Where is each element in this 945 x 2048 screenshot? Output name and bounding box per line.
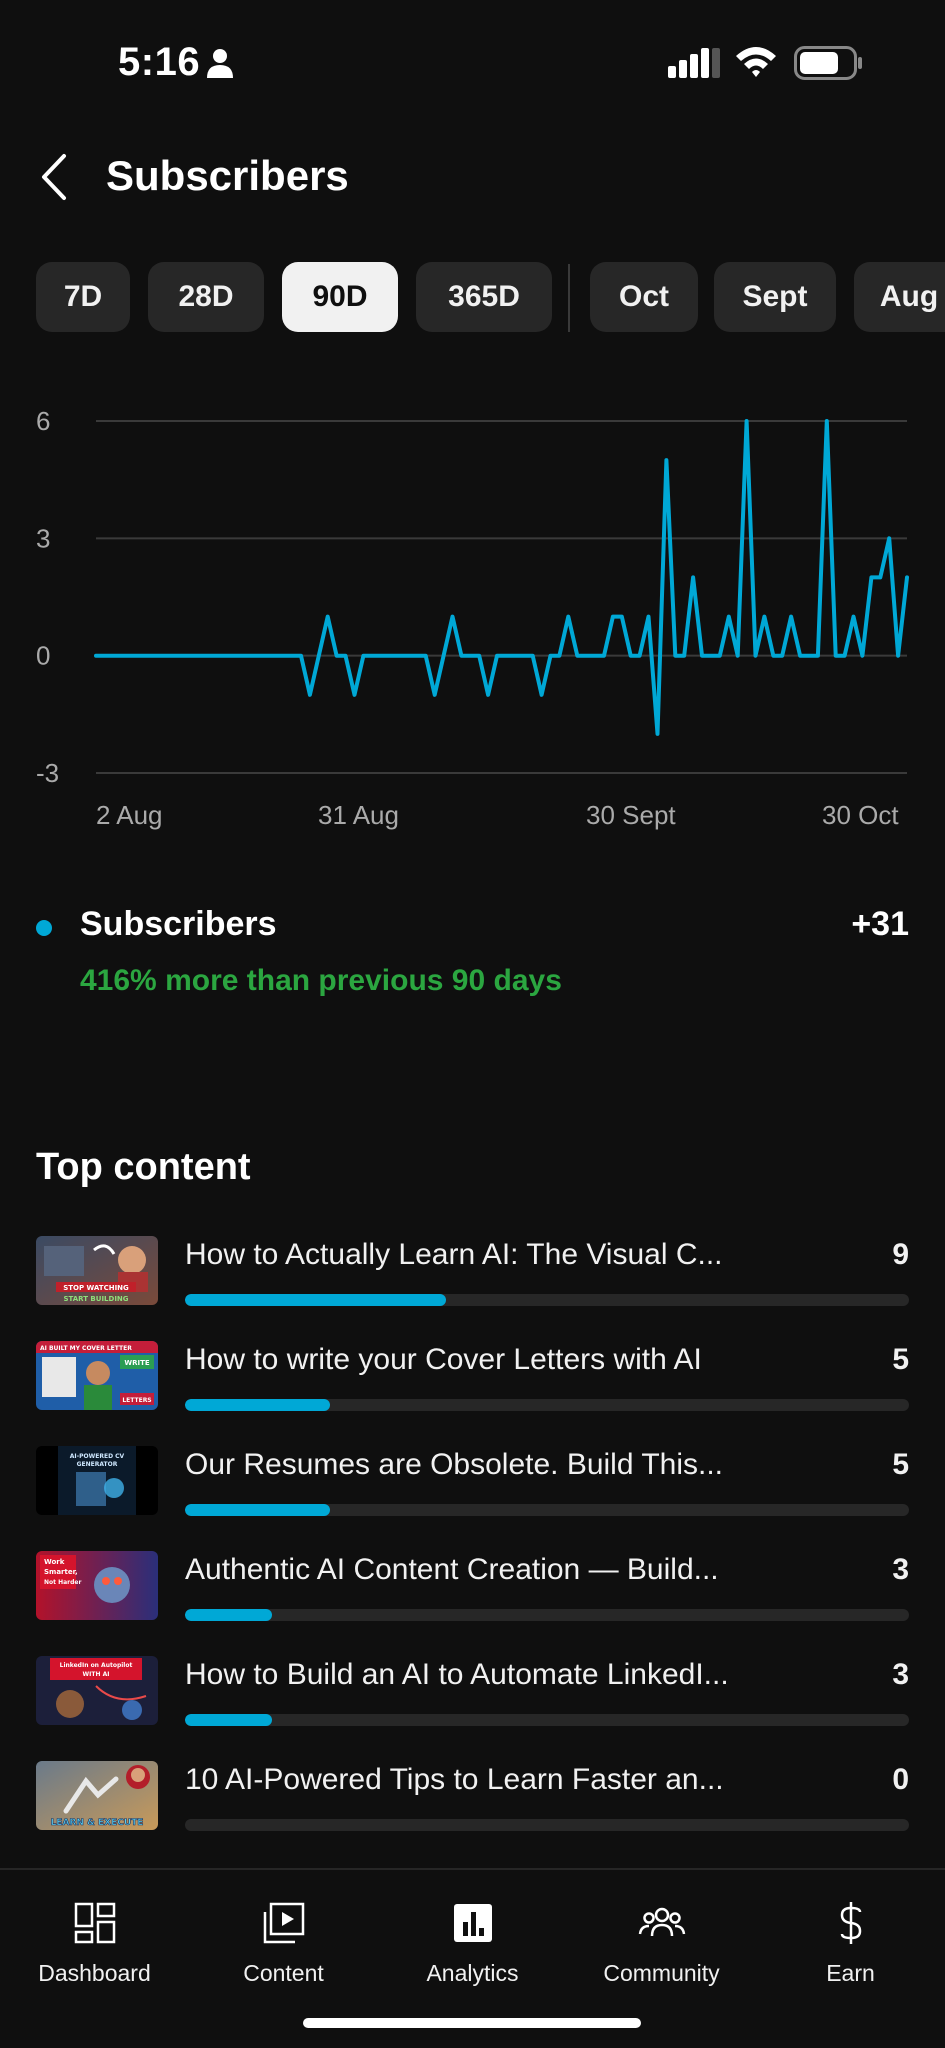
community-icon (638, 1907, 685, 1937)
chip-28d[interactable]: 28D (148, 262, 264, 332)
thumbnail-text: GENERATOR (77, 1461, 118, 1468)
nav-dashboard[interactable]: Dashboard (0, 1884, 189, 1994)
content-count: 3 (892, 1553, 909, 1586)
nav-label: Content (243, 1960, 324, 1986)
video-thumbnail: LEARN & EXECUTE (36, 1761, 158, 1830)
content-row[interactable]: Work Smarter, Not Harder Authentic AI Co… (0, 1545, 945, 1650)
summary-change: 416% more than previous 90 days (80, 964, 562, 997)
x-tick-label: 31 Aug (318, 800, 399, 830)
wifi-icon (736, 47, 776, 77)
nav-community[interactable]: Community (567, 1884, 756, 1994)
content-title: Our Resumes are Obsolete. Build This... (185, 1448, 724, 1481)
content-title: How to Actually Learn AI: The Visual C..… (185, 1238, 723, 1271)
analytics-icon (453, 1904, 492, 1942)
subscribers-chart: 6 3 0 -3 2 Aug 31 Aug 30 Sept 30 Oct (36, 406, 909, 830)
content-title: Authentic AI Content Creation — Build... (185, 1553, 719, 1586)
progress-track (185, 1609, 909, 1621)
video-thumbnail: Work Smarter, Not Harder (36, 1551, 158, 1620)
chip-oct[interactable]: Oct (590, 262, 698, 332)
nav-analytics[interactable]: Analytics (378, 1884, 567, 1994)
battery-icon (794, 46, 862, 80)
progress-track (185, 1504, 909, 1516)
content-count: 5 (892, 1448, 909, 1481)
subscribers-series-line (94, 419, 909, 736)
legend-dot (36, 920, 52, 936)
content-row[interactable]: LinkedIn on Autopilot WITH AI How to Bui… (0, 1650, 945, 1755)
chip-7d[interactable]: 7D (36, 262, 130, 332)
content-count: 9 (892, 1238, 909, 1271)
period-chips: 7D 28D 90D 365D Oct Sept Aug (36, 262, 945, 332)
content-count: 3 (892, 1658, 909, 1691)
thumbnail-text: LEARN & EXECUTE (51, 1818, 144, 1828)
nav-label: Earn (826, 1960, 875, 1986)
chip-90d[interactable]: 90D (282, 262, 398, 332)
progress-track (185, 1294, 909, 1306)
progress-track (185, 1399, 909, 1411)
status-bar: 5:16 (0, 0, 945, 120)
top-content-title: Top content (36, 1146, 251, 1188)
progress-fill (185, 1504, 330, 1516)
chip-sept[interactable]: Sept (714, 262, 836, 332)
chip-divider (568, 264, 570, 332)
home-indicator (303, 2018, 641, 2028)
content-row[interactable]: STOP WATCHING START BUILDING How to Actu… (0, 1230, 945, 1335)
thumbnail-text: Not Harder (44, 1579, 81, 1586)
status-time: 5:16 (118, 40, 201, 84)
thumbnail-text: START BUILDING (63, 1295, 128, 1303)
earn-icon (840, 1902, 861, 1944)
progress-track (185, 1819, 909, 1831)
back-button[interactable] (34, 150, 76, 204)
content-count: 0 (892, 1763, 909, 1796)
progress-fill (185, 1399, 330, 1411)
cellular-signal-icon (668, 48, 720, 78)
content-icon (263, 1902, 304, 1944)
dashboard-icon (74, 1902, 115, 1944)
thumbnail-text: AI-POWERED CV (70, 1453, 125, 1460)
thumbnail-text: WITH AI (83, 1671, 110, 1678)
content-row[interactable]: AI BUILT MY COVER LETTER WRITE LETTERS H… (0, 1335, 945, 1440)
thumbnail-text: LETTERS (122, 1397, 151, 1404)
thumbnail-text: Smarter, (44, 1568, 78, 1576)
content-title: 10 AI-Powered Tips to Learn Faster an... (185, 1763, 724, 1796)
thumbnail-text: STOP WATCHING (63, 1284, 129, 1292)
progress-fill (185, 1609, 272, 1621)
x-tick-label: 2 Aug (96, 800, 163, 830)
thumbnail-text: Work (44, 1558, 65, 1566)
chip-aug[interactable]: Aug (854, 262, 945, 332)
nav-label: Community (603, 1960, 720, 1986)
content-row[interactable]: AI-POWERED CV GENERATOR Our Resumes are … (0, 1440, 945, 1545)
thumbnail-text: AI BUILT MY COVER LETTER (40, 1345, 132, 1352)
thumbnail-text: LinkedIn on Autopilot (60, 1662, 133, 1669)
content-count: 5 (892, 1343, 909, 1376)
video-thumbnail: AI BUILT MY COVER LETTER WRITE LETTERS (36, 1341, 158, 1410)
content-row[interactable]: LEARN & EXECUTE 10 AI-Powered Tips to Le… (0, 1755, 945, 1860)
video-thumbnail: LinkedIn on Autopilot WITH AI (36, 1656, 158, 1725)
x-tick-label: 30 Oct (822, 800, 899, 830)
content-title: How to write your Cover Letters with AI (185, 1343, 702, 1376)
content-title: How to Build an AI to Automate LinkedI..… (185, 1658, 729, 1691)
y-tick-label: 3 (36, 523, 50, 553)
chip-365d[interactable]: 365D (416, 262, 552, 332)
summary-label: Subscribers (80, 905, 277, 943)
video-thumbnail: STOP WATCHING START BUILDING (36, 1236, 158, 1305)
nav-earn[interactable]: Earn (756, 1884, 945, 1994)
nav-content[interactable]: Content (189, 1884, 378, 1994)
y-tick-label: 6 (36, 406, 50, 436)
nav-label: Dashboard (38, 1960, 151, 1986)
summary-value: +31 (851, 905, 909, 943)
y-tick-label: 0 (36, 641, 50, 671)
progress-fill (185, 1294, 446, 1306)
nav-label: Analytics (426, 1960, 519, 1986)
video-thumbnail: AI-POWERED CV GENERATOR (36, 1446, 158, 1515)
progress-fill (185, 1714, 272, 1726)
person-icon (207, 49, 233, 78)
page-title: Subscribers (106, 152, 349, 199)
x-tick-label: 30 Sept (586, 800, 676, 830)
progress-track (185, 1714, 909, 1726)
y-tick-label: -3 (36, 758, 59, 788)
thumbnail-text: WRITE (124, 1359, 149, 1367)
